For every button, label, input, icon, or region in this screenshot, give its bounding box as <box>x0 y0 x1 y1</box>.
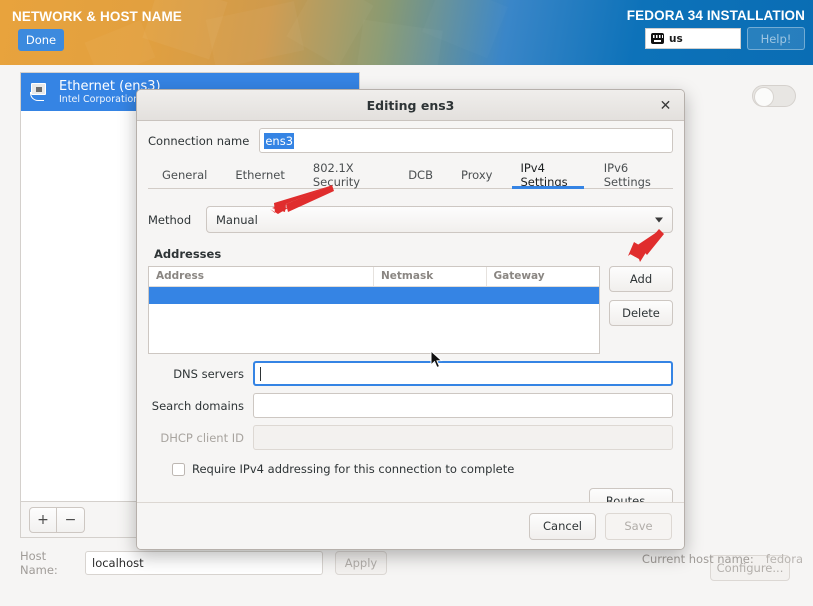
keyboard-icon <box>651 33 664 44</box>
banner-controls: us Help! <box>645 27 805 50</box>
connection-name-label: Connection name <box>148 133 250 148</box>
keyboard-layout-indicator[interactable]: us <box>645 28 741 49</box>
help-button[interactable]: Help! <box>747 27 805 50</box>
toggle-knob <box>754 87 774 107</box>
dhcp-client-id-row: DHCP client ID <box>148 425 673 450</box>
tab-8021x-security[interactable]: 802.1X Security <box>299 161 394 189</box>
column-header-address: Address <box>149 267 374 286</box>
addresses-table[interactable]: Address Netmask Gateway <box>148 266 600 354</box>
banner-right-group: FEDORA 34 INSTALLATION us Help! <box>627 8 805 50</box>
installation-title: FEDORA 34 INSTALLATION <box>626 8 805 23</box>
host-name-input[interactable]: localhost <box>85 551 323 575</box>
method-value: Manual <box>216 212 258 227</box>
connection-name-row: Connection name ens3 <box>148 121 673 160</box>
addresses-buttons: Add Delete <box>609 266 673 354</box>
tab-general[interactable]: General <box>148 162 221 188</box>
current-host-name: Current host name: fedora <box>642 552 803 566</box>
column-header-netmask: Netmask <box>374 267 487 286</box>
tab-ipv4-settings[interactable]: IPv4 Settings <box>506 161 589 189</box>
search-domains-row: Search domains <box>148 393 673 418</box>
dns-servers-label: DNS servers <box>173 366 244 381</box>
dialog-body: Connection name ens3 General Ethernet 80… <box>137 121 684 514</box>
page-title: NETWORK & HOST NAME <box>12 9 182 24</box>
tab-ipv6-settings[interactable]: IPv6 Settings <box>590 161 673 189</box>
current-host-name-label: Current host name: <box>641 552 754 566</box>
addresses-section-title: Addresses <box>154 247 222 261</box>
dialog-titlebar: Editing ens3 ✕ <box>137 90 684 121</box>
tab-dcb[interactable]: DCB <box>394 162 447 188</box>
search-domains-label: Search domains <box>151 398 244 413</box>
connection-name-input[interactable]: ens3 <box>259 128 673 153</box>
method-label: Method <box>148 212 192 227</box>
remove-device-button[interactable]: − <box>57 506 85 533</box>
method-combo[interactable]: Manual <box>206 206 673 233</box>
text-caret <box>260 366 261 381</box>
apply-button[interactable]: Apply <box>335 551 387 575</box>
method-row: Method Manual <box>148 206 673 233</box>
dns-servers-row: DNS servers <box>148 361 673 386</box>
require-ipv4-checkbox[interactable] <box>172 462 185 476</box>
settings-tabs: General Ethernet 802.1X Security DCB Pro… <box>148 161 673 189</box>
addresses-table-header: Address Netmask Gateway <box>149 267 599 287</box>
addresses-area: Address Netmask Gateway Add Delete <box>148 266 673 354</box>
dhcp-client-id-label: DHCP client ID <box>160 430 244 445</box>
screen: NETWORK & HOST NAME Done FEDORA 34 INSTA… <box>0 0 813 606</box>
add-device-button[interactable]: + <box>29 506 57 533</box>
editing-connection-dialog: Editing ens3 ✕ Connection name ens3 Gene… <box>136 89 685 550</box>
dialog-title: Editing ens3 <box>366 97 455 113</box>
tab-proxy[interactable]: Proxy <box>447 162 507 188</box>
dns-servers-input[interactable] <box>253 361 673 386</box>
ethernet-icon <box>29 82 51 102</box>
device-enable-toggle[interactable] <box>752 85 796 107</box>
connection-name-value: ens3 <box>264 132 295 149</box>
require-ipv4-label: Require IPv4 addressing for this connect… <box>192 462 515 476</box>
host-name-label: Host Name: <box>20 549 58 577</box>
chevron-down-icon <box>655 217 663 222</box>
current-host-name-value: fedora <box>765 552 803 566</box>
dhcp-client-id-input <box>253 425 673 450</box>
installer-banner: NETWORK & HOST NAME Done FEDORA 34 INSTA… <box>0 0 813 65</box>
column-header-gateway: Gateway <box>493 270 545 282</box>
table-row[interactable] <box>149 287 599 304</box>
dialog-footer: Cancel Save <box>137 502 684 549</box>
require-ipv4-row: Require IPv4 addressing for this connect… <box>172 462 673 476</box>
add-button[interactable]: Add <box>609 266 673 292</box>
done-button[interactable]: Done <box>18 29 64 51</box>
search-domains-input[interactable] <box>253 393 673 418</box>
tab-ethernet[interactable]: Ethernet <box>221 162 299 188</box>
close-icon[interactable]: ✕ <box>657 97 674 114</box>
keyboard-layout-label: us <box>669 32 683 45</box>
save-button[interactable]: Save <box>605 512 672 540</box>
cancel-button[interactable]: Cancel <box>529 512 596 540</box>
delete-button[interactable]: Delete <box>609 300 673 326</box>
